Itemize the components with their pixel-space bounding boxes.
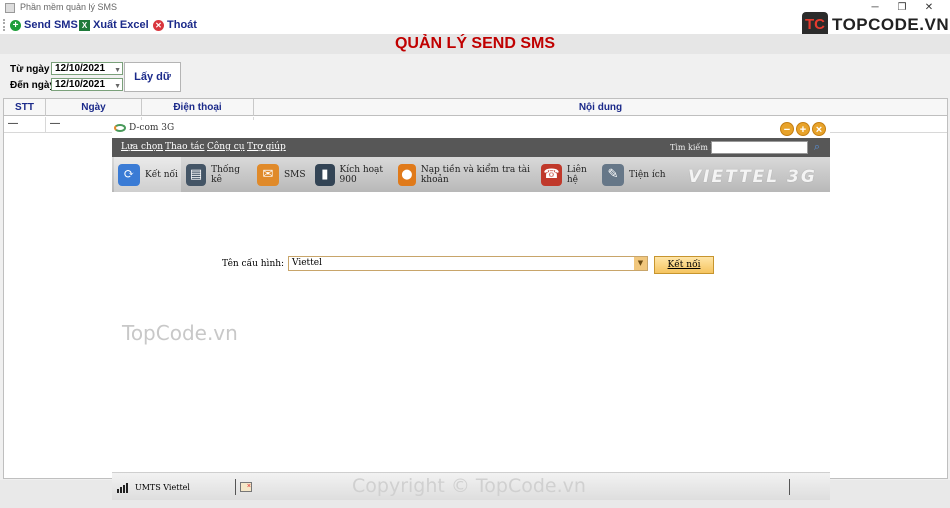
error-search-input[interactable] bbox=[711, 141, 808, 154]
phone-icon: ▮ bbox=[315, 163, 335, 186]
tab-sms-label: SMS bbox=[284, 169, 306, 180]
menu-help[interactable]: Trợ giúp bbox=[247, 142, 286, 152]
exit-button[interactable]: ✕ Thoát bbox=[153, 18, 197, 32]
fetch-data-button[interactable]: Lấy dữ liệu bbox=[124, 62, 181, 111]
copyright-watermark: Copyright © TopCode.vn bbox=[352, 475, 586, 497]
heading-band: QUẢN LÝ SEND SMS bbox=[0, 34, 950, 54]
status-divider bbox=[789, 479, 790, 495]
dcom-title: D-com 3G bbox=[129, 123, 175, 133]
statistics-icon: ▤ bbox=[186, 163, 207, 186]
tab-contact-label: Liên hệ bbox=[566, 164, 587, 185]
exit-icon: ✕ bbox=[153, 19, 164, 31]
brand-text: TOPCODE.VN bbox=[832, 15, 950, 34]
chevron-down-icon[interactable]: ▼ bbox=[114, 81, 121, 92]
column-header-content[interactable]: Nội dung bbox=[254, 99, 947, 116]
toolbar-grip bbox=[3, 19, 5, 31]
exit-label: Thoát bbox=[167, 19, 197, 31]
from-date-value: 12/10/2021 bbox=[55, 63, 106, 74]
tab-contact[interactable]: ☎ Liên hệ bbox=[537, 157, 599, 192]
tab-activate-900[interactable]: ▮ Kích hoạt 900 bbox=[311, 157, 396, 192]
coin-icon: ● bbox=[398, 163, 416, 186]
config-name-select[interactable]: Viettel ▼ bbox=[288, 256, 648, 271]
chevron-down-icon[interactable]: ▼ bbox=[114, 65, 121, 76]
telephone-icon: ☎ bbox=[541, 163, 562, 186]
to-date-label: Đến ngày bbox=[10, 80, 56, 91]
dcom-status-bar: UMTS Viettel × Copyright © TopCode.vn bbox=[112, 472, 830, 500]
column-header-date[interactable]: Ngày bbox=[46, 99, 142, 116]
connect-button[interactable]: Kết nối bbox=[654, 256, 714, 274]
tab-utilities-label: Tiện ích bbox=[629, 169, 666, 180]
dcom-close-button[interactable]: × bbox=[812, 122, 826, 136]
tab-utilities[interactable]: ✎ Tiện ích bbox=[598, 157, 668, 192]
dcom-window: D-com 3G − + × Lựa chọn Thao tác Công cụ… bbox=[112, 120, 830, 500]
menu-options[interactable]: Lựa chọn bbox=[121, 142, 163, 152]
grid-header: STT Ngày Điện thoại Nội dung bbox=[4, 99, 947, 116]
tab-activate-900-label: Kích hoạt 900 bbox=[339, 164, 384, 185]
page-title: QUẢN LÝ SEND SMS bbox=[394, 35, 555, 52]
to-date-value: 12/10/2021 bbox=[55, 79, 106, 90]
tab-topup-label: Nạp tiền và kiểm tra tài khoản bbox=[420, 164, 530, 185]
tab-statistics-label: Thống kê bbox=[211, 164, 240, 185]
send-sms-label: Send SMS bbox=[24, 19, 78, 31]
search-icon[interactable]: ⌕ bbox=[810, 140, 824, 154]
app-icon bbox=[5, 3, 15, 13]
dcom-title-bar: D-com 3G − + × bbox=[112, 120, 830, 138]
dcom-maximize-button[interactable]: + bbox=[796, 122, 810, 136]
from-date-label: Từ ngày bbox=[10, 64, 50, 75]
dcom-minimize-button[interactable]: − bbox=[780, 122, 794, 136]
tab-sms[interactable]: ✉ SMS bbox=[253, 157, 311, 192]
config-name-label: Tên cấu hình: bbox=[222, 259, 285, 269]
chevron-down-icon[interactable]: ▼ bbox=[634, 257, 647, 270]
export-excel-label: Xuất Excel bbox=[93, 19, 149, 31]
tab-connect[interactable]: ⟳ Kết nối bbox=[114, 157, 181, 192]
tab-connect-label: Kết nối bbox=[145, 169, 178, 180]
excel-icon: X bbox=[79, 19, 90, 31]
config-name-value: Viettel bbox=[292, 258, 322, 268]
tab-topup[interactable]: ● Nạp tiền và kiểm tra tài khoản bbox=[394, 157, 534, 192]
from-date-picker[interactable]: 12/10/2021 ▼ bbox=[51, 62, 123, 75]
send-sms-button[interactable]: + Send SMS bbox=[10, 18, 78, 32]
status-divider bbox=[235, 479, 236, 495]
signal-strength-icon bbox=[117, 483, 128, 493]
viettel-3g-logo: VIETTEL 3G bbox=[688, 167, 817, 187]
dcom-logo-icon bbox=[114, 124, 126, 132]
column-header-stt[interactable]: STT bbox=[4, 99, 46, 116]
add-icon: + bbox=[10, 19, 21, 31]
envelope-icon: ✉ bbox=[257, 163, 279, 186]
dcom-menu-bar: Lựa chọn Thao tác Công cụ Trợ giúp Tìm k… bbox=[112, 138, 830, 157]
to-date-picker[interactable]: 12/10/2021 ▼ bbox=[51, 78, 123, 91]
cell-stt: — bbox=[4, 117, 46, 133]
menu-tools[interactable]: Công cụ bbox=[207, 142, 245, 152]
network-label: UMTS Viettel bbox=[135, 483, 190, 492]
tab-statistics[interactable]: ▤ Thống kê bbox=[182, 157, 250, 192]
export-excel-button[interactable]: X Xuất Excel bbox=[79, 18, 149, 32]
menu-actions[interactable]: Thao tác bbox=[165, 142, 204, 152]
tools-icon: ✎ bbox=[602, 163, 624, 186]
window-title: Phần mềm quản lý SMS bbox=[20, 2, 118, 12]
column-header-phone[interactable]: Điện thoại bbox=[142, 99, 254, 116]
topcode-watermark: TopCode.vn bbox=[122, 321, 238, 345]
sms-status-icon[interactable]: × bbox=[240, 482, 252, 492]
connect-icon: ⟳ bbox=[118, 163, 140, 186]
